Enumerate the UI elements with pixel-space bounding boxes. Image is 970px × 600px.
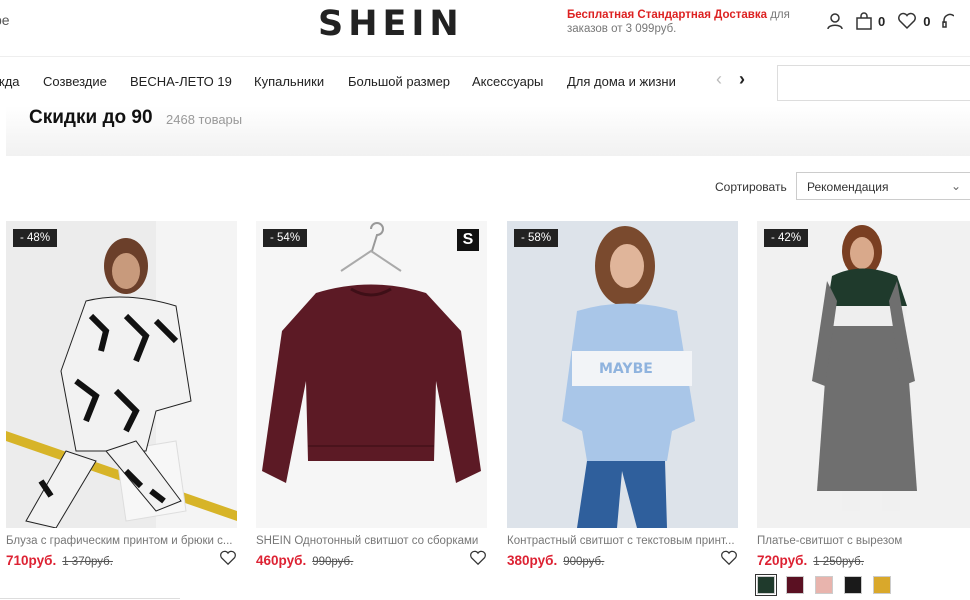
search-input[interactable] bbox=[777, 65, 970, 101]
headset-icon bbox=[942, 13, 955, 28]
product-card[interactable]: - 54% S SHEIN Однотонный свитшот со сбор… bbox=[256, 221, 487, 572]
wishlist-heart-icon[interactable] bbox=[469, 550, 487, 566]
sort-label: Сортировать bbox=[715, 180, 787, 194]
product-price: 710руб. bbox=[6, 553, 57, 568]
discount-badge: - 54% bbox=[263, 229, 308, 247]
nav-item-accessories[interactable]: Аксессуары bbox=[472, 74, 543, 89]
nav-item-constellation[interactable]: Созвездие bbox=[43, 74, 107, 89]
user-icon bbox=[827, 13, 843, 30]
category-header: Скидки до 90 2468 товары bbox=[6, 106, 970, 156]
discount-badge: - 48% bbox=[13, 229, 58, 247]
nav-item-home-living[interactable]: Для дома и жизни bbox=[567, 74, 676, 89]
top-bar: ре SHEIN Бесплатная Стандартная Доставка… bbox=[0, 0, 970, 56]
support-button[interactable] bbox=[942, 12, 955, 30]
product-name[interactable]: SHEIN Однотонный свитшот со сборками bbox=[256, 535, 487, 547]
product-card[interactable]: - 48% Блуза с графическим принтом и брюк… bbox=[6, 221, 237, 572]
product-price: 720руб. bbox=[757, 553, 808, 568]
product-old-price: 900руб. bbox=[563, 556, 605, 568]
heart-icon bbox=[898, 12, 917, 30]
bag-icon bbox=[856, 12, 872, 30]
product-photo-2 bbox=[256, 221, 487, 528]
price-row: 460руб. 990руб. bbox=[256, 550, 487, 572]
shein-logo[interactable]: SHEIN bbox=[318, 4, 464, 44]
product-price: 380руб. bbox=[507, 553, 558, 568]
color-swatch[interactable] bbox=[755, 574, 777, 596]
product-image[interactable]: - 42% bbox=[757, 221, 970, 528]
category-title: Скидки до 90 bbox=[29, 107, 153, 128]
product-image[interactable]: - 48% bbox=[6, 221, 237, 528]
sort-select[interactable]: Рекомендация ⌄ bbox=[796, 172, 970, 200]
nav-item-swimwear[interactable]: Купальники bbox=[254, 74, 324, 89]
product-image[interactable]: MAYBE - 58% bbox=[507, 221, 738, 528]
discount-badge: - 42% bbox=[764, 229, 809, 247]
product-photo-1 bbox=[6, 221, 237, 528]
nav-item-plus-size[interactable]: Большой размер bbox=[348, 74, 450, 89]
promo-bold: Бесплатная Стандартная Доставка bbox=[567, 9, 768, 21]
svg-text:MAYBE: MAYBE bbox=[599, 361, 653, 377]
color-swatches bbox=[755, 574, 970, 596]
color-swatch[interactable] bbox=[844, 576, 862, 594]
free-shipping-promo[interactable]: Бесплатная Стандартная Доставка для зака… bbox=[567, 8, 807, 36]
nav-next-arrow[interactable]: › bbox=[739, 69, 745, 90]
product-photo-3: MAYBE bbox=[507, 221, 738, 528]
wishlist-heart-icon[interactable] bbox=[720, 550, 738, 566]
product-card[interactable]: - 42% Платье-свитшот с вырезом 720руб. 1 … bbox=[755, 221, 970, 596]
product-photo-4 bbox=[757, 221, 970, 528]
category-nav: жда Созвездие ВЕСНА-ЛЕТО 19 Купальники Б… bbox=[0, 56, 970, 106]
shein-brand-badge: S bbox=[457, 229, 479, 251]
product-old-price: 1 370руб. bbox=[62, 556, 113, 568]
price-row: 380руб. 900руб. bbox=[507, 550, 738, 572]
wishlist-heart-icon[interactable] bbox=[219, 550, 237, 566]
product-name[interactable]: Платье-свитшот с вырезом bbox=[757, 535, 970, 547]
bag-button[interactable]: 0 bbox=[856, 12, 885, 30]
top-icons: 0 0 bbox=[826, 12, 966, 30]
discount-badge: - 58% bbox=[514, 229, 559, 247]
header-left-fragment[interactable]: ре bbox=[0, 12, 10, 28]
account-button[interactable] bbox=[826, 12, 844, 30]
product-old-price: 1 250руб. bbox=[813, 556, 864, 568]
product-name[interactable]: Контрастный свитшот с текстовым принт... bbox=[507, 535, 738, 547]
product-count: 2468 товары bbox=[166, 112, 243, 127]
product-image[interactable]: - 54% S bbox=[256, 221, 487, 528]
divider bbox=[0, 598, 180, 599]
product-price: 460руб. bbox=[256, 553, 307, 568]
product-old-price: 990руб. bbox=[312, 556, 354, 568]
product-name[interactable]: Блуза с графическим принтом и брюки с... bbox=[6, 535, 237, 547]
wishlist-button[interactable]: 0 bbox=[897, 12, 930, 30]
bag-count: 0 bbox=[878, 13, 886, 29]
nav-item-0[interactable]: жда bbox=[0, 74, 20, 89]
nav-item-spring-summer[interactable]: ВЕСНА-ЛЕТО 19 bbox=[130, 74, 232, 89]
sort-value: Рекомендация bbox=[807, 180, 889, 194]
wishlist-count: 0 bbox=[923, 13, 931, 29]
nav-prev-arrow[interactable]: ‹ bbox=[716, 69, 722, 90]
product-card[interactable]: MAYBE - 58% Контрастный свитшот с тексто… bbox=[507, 221, 738, 572]
price-row: 720руб. 1 250руб. bbox=[757, 552, 970, 572]
color-swatch[interactable] bbox=[873, 576, 891, 594]
color-swatch[interactable] bbox=[786, 576, 804, 594]
chevron-down-icon: ⌄ bbox=[950, 179, 961, 193]
color-swatch[interactable] bbox=[815, 576, 833, 594]
price-row: 710руб. 1 370руб. bbox=[6, 550, 237, 572]
